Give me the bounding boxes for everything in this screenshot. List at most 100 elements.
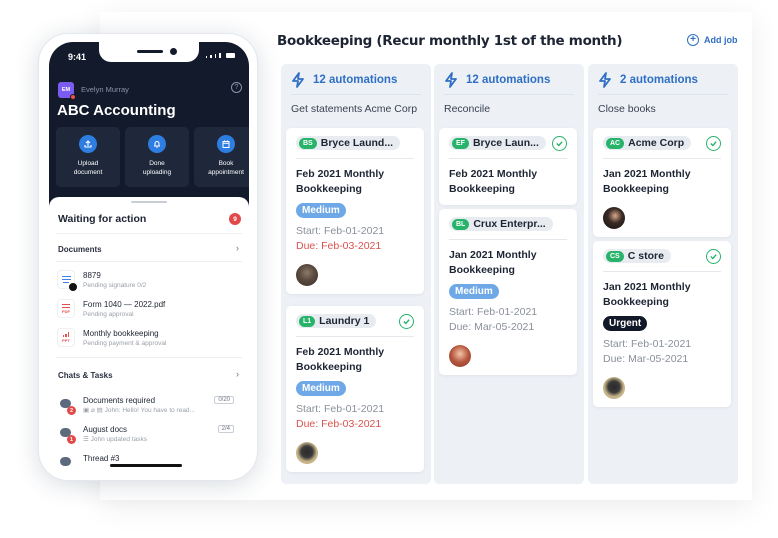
job-card[interactable]: BL Crux Enterpr... Jan 2021 Monthly Bookk…: [439, 209, 577, 375]
column-get-statements: 12 automations Get statements Acme Corp …: [281, 64, 431, 484]
documents-section-title[interactable]: Documents: [58, 245, 102, 254]
help-icon[interactable]: ?: [231, 82, 242, 93]
divider: [56, 357, 242, 358]
calendar-icon: [217, 135, 235, 153]
start-date: Start: Feb-01-2021: [449, 306, 538, 318]
client-name: Crux Enterpr...: [473, 218, 546, 230]
document-status: Pending approval: [83, 311, 134, 318]
divider: [603, 158, 721, 159]
document-item[interactable]: PDF Form 1040 — 2022.pdf Pending approval: [58, 300, 165, 320]
card-title: Jan 2021 Monthly Bookkeeping: [449, 249, 537, 276]
task-count: 0/20: [214, 396, 234, 404]
chevron-right-icon[interactable]: ›: [236, 369, 239, 379]
bolt-icon: [445, 72, 457, 88]
chevron-right-icon[interactable]: ›: [236, 243, 239, 253]
client-initials: AC: [606, 137, 625, 149]
assignee-avatar[interactable]: [296, 264, 318, 286]
client-chip[interactable]: EF Bryce Laun...: [449, 136, 546, 150]
waiting-count-badge: 9: [229, 213, 241, 225]
client-chip[interactable]: CS C store: [603, 249, 671, 263]
start-date: Start: Feb-01-2021: [296, 403, 385, 415]
job-card[interactable]: L1 Laundry 1 Feb 2021 Monthly Bookkeeping…: [286, 306, 424, 472]
doc-lock-icon: [58, 271, 77, 291]
phone-notch: [99, 42, 199, 62]
client-chip[interactable]: L1 Laundry 1: [296, 314, 377, 328]
assignee-avatar[interactable]: [603, 207, 625, 229]
plus-circle-icon: +: [687, 34, 699, 46]
status-time: 9:41: [68, 52, 87, 62]
chats-section-title[interactable]: Chats & Tasks: [58, 371, 113, 380]
document-status: Pending payment & approval: [83, 340, 167, 347]
add-job-label: Add job: [704, 35, 738, 45]
user-initials: EM: [61, 87, 71, 93]
chat-preview-text: John: Hello! You have to read...: [104, 407, 195, 414]
column-close-books: 2 automations Close books AC Acme Corp Ja…: [588, 64, 738, 484]
job-card[interactable]: EF Bryce Laun... Feb 2021 Monthly Bookkee…: [439, 128, 577, 205]
home-indicator: [110, 464, 182, 467]
divider: [56, 233, 242, 234]
automations-link[interactable]: 12 automations: [281, 64, 431, 90]
bottom-sheet: Waiting for action 9 Documents › 8879 Pen…: [49, 197, 249, 474]
action-label: uploading: [142, 169, 172, 176]
action-label: Done: [149, 160, 165, 167]
client-name: Bryce Laund...: [320, 137, 394, 149]
job-card[interactable]: CS C store Jan 2021 Monthly Bookkeeping U…: [593, 241, 731, 407]
automations-link[interactable]: 2 automations: [588, 64, 738, 90]
card-title: Feb 2021 Monthly Bookkeeping: [449, 168, 538, 195]
check-circle-icon: [706, 248, 721, 264]
card-title: Jan 2021 Monthly Bookkeeping: [603, 281, 691, 308]
book-appointment-button[interactable]: Book appointment: [194, 127, 249, 187]
job-card[interactable]: BS Bryce Laund... Feb 2021 Monthly Bookke…: [286, 128, 424, 294]
chat-bubble-icon: 1: [58, 425, 76, 444]
divider: [296, 336, 414, 337]
chat-item[interactable]: 2 Documents required ▣ ⌀ ▤ John: Hello! Y…: [58, 396, 242, 416]
ppt-icon: PPT: [58, 329, 74, 346]
sheet-grabber[interactable]: [131, 201, 167, 203]
assignee-avatar[interactable]: [449, 345, 471, 367]
column-name: Close books: [598, 103, 656, 115]
due-date: Due: Mar-05-2021: [449, 321, 535, 333]
client-name: C store: [627, 250, 664, 262]
card-title: Feb 2021 Monthly Bookkeeping: [296, 168, 385, 195]
client-name: Laundry 1: [319, 315, 370, 327]
list-icon: ☰: [83, 436, 91, 443]
bolt-icon: [292, 72, 304, 88]
automations-count: 12 automations: [466, 74, 551, 86]
chat-preview: ▣ ⌀ ▤ John: Hello! You have to read...: [83, 406, 242, 416]
document-item[interactable]: 8879 Pending signature 0/2: [58, 271, 146, 291]
priority-badge: Medium: [296, 381, 346, 396]
job-card[interactable]: AC Acme Corp Jan 2021 Monthly Bookkeeping: [593, 128, 731, 237]
client-chip[interactable]: BL Crux Enterpr...: [449, 217, 553, 231]
chat-item[interactable]: 1 August docs ☰ John updated tasks 2/4: [58, 425, 242, 445]
document-status: Pending signature 0/2: [83, 282, 147, 289]
client-chip[interactable]: AC Acme Corp: [603, 136, 692, 150]
divider: [603, 271, 721, 272]
due-date: Due: Mar-05-2021: [603, 353, 689, 365]
bolt-icon: [599, 72, 611, 88]
task-count: 2/4: [217, 425, 234, 433]
document-name: Monthly bookkeeping: [83, 329, 159, 338]
chat-bubble-icon: [58, 454, 74, 470]
divider: [56, 261, 242, 262]
divider: [449, 158, 567, 159]
assignee-avatar[interactable]: [603, 377, 625, 399]
client-initials: BL: [452, 218, 470, 230]
assignee-avatar[interactable]: [296, 442, 318, 464]
automations-count: 2 automations: [620, 74, 698, 86]
check-circle-icon: [552, 135, 567, 151]
automations-count: 12 automations: [313, 74, 398, 86]
client-name: Bryce Laun...: [472, 137, 539, 149]
column-reconcile: 12 automations Reconcile EF Bryce Laun...…: [434, 64, 584, 484]
chat-item[interactable]: Thread #3: [58, 454, 242, 470]
done-uploading-button[interactable]: Done uploading: [125, 127, 189, 187]
automations-link[interactable]: 12 automations: [434, 64, 584, 90]
upload-document-button[interactable]: Upload document: [56, 127, 120, 187]
client-initials: CS: [606, 250, 624, 262]
client-chip[interactable]: BS Bryce Laund...: [296, 136, 401, 150]
document-item[interactable]: PPT Monthly bookkeeping Pending payment &…: [58, 329, 166, 349]
chat-preview-text: John updated tasks: [90, 436, 148, 443]
add-job-button[interactable]: + Add job: [687, 34, 738, 46]
user-avatar[interactable]: EM: [58, 82, 76, 100]
card-title: Feb 2021 Monthly Bookkeeping: [296, 346, 385, 373]
start-date: Start: Feb-01-2021: [296, 225, 385, 237]
